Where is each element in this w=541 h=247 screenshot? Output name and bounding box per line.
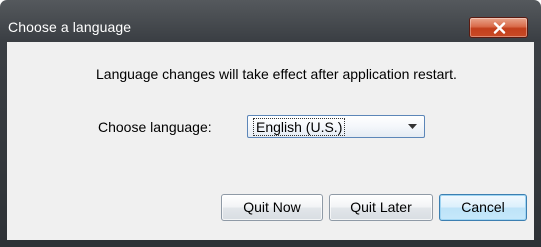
language-label: Choose language: <box>98 119 212 135</box>
title-bar[interactable]: Choose a language <box>0 0 541 40</box>
close-x-icon <box>493 22 506 34</box>
language-select[interactable]: English (U.S.) <box>247 115 425 138</box>
cancel-button[interactable]: Cancel <box>439 194 527 221</box>
language-select-value: English (U.S.) <box>253 118 346 136</box>
selected-language: English (U.S.) <box>253 118 346 136</box>
quit-now-button[interactable]: Quit Now <box>221 194 323 221</box>
dialog-window: Choose a language Language changes will … <box>0 0 541 247</box>
dialog-body: Language changes will take effect after … <box>7 42 534 240</box>
quit-later-button[interactable]: Quit Later <box>329 194 433 221</box>
window-title: Choose a language <box>8 19 132 35</box>
close-button[interactable] <box>469 17 528 38</box>
chevron-down-icon[interactable] <box>408 124 417 129</box>
restart-message: Language changes will take effect after … <box>96 66 457 82</box>
